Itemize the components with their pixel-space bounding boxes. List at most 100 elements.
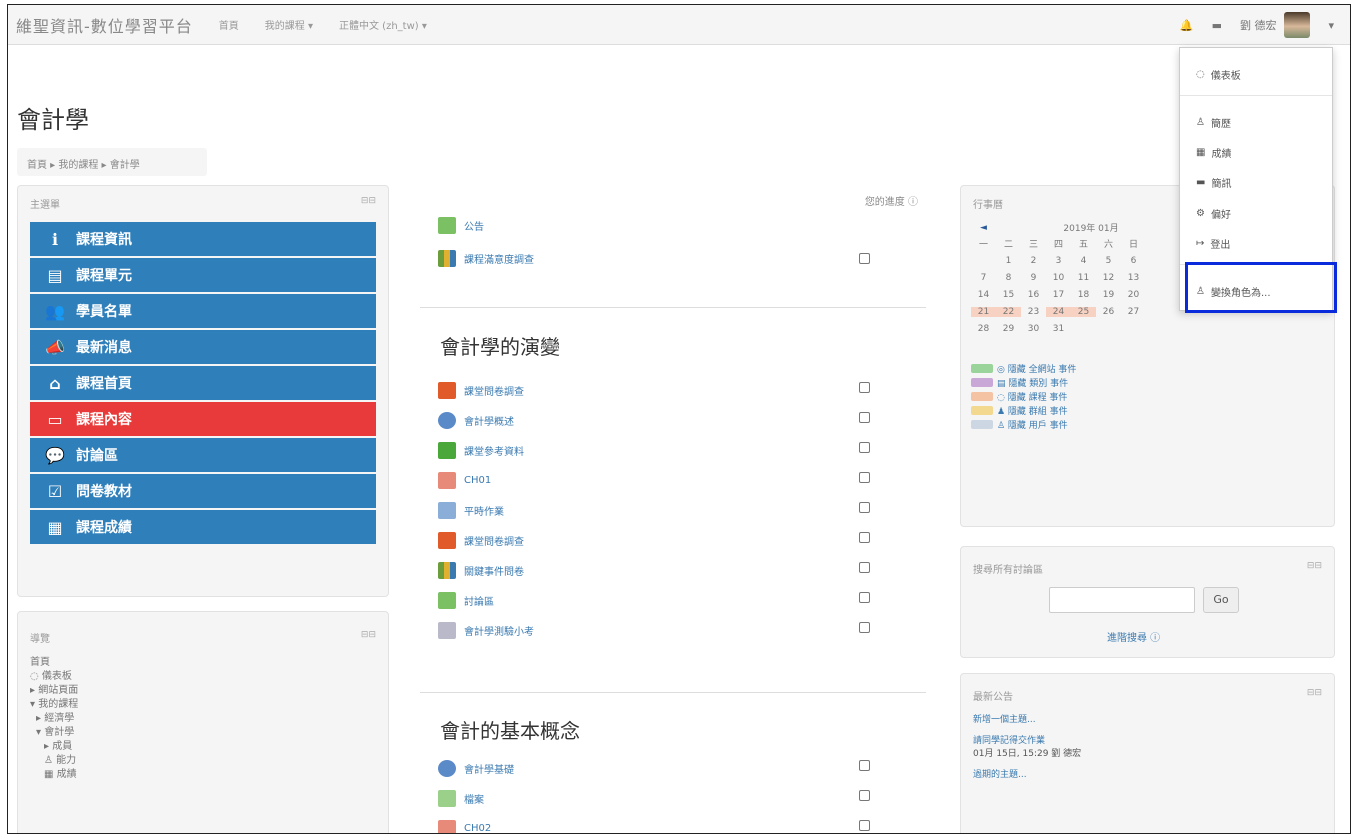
- activity-item[interactable]: 會計學基礎: [438, 760, 514, 777]
- completion-checkbox[interactable]: [859, 502, 870, 513]
- activity-item[interactable]: 課堂參考資料: [438, 442, 524, 459]
- forum-search-input[interactable]: [1049, 587, 1195, 613]
- megaphone-icon: [438, 382, 456, 399]
- calendar-event-filter[interactable]: ♟ 隱藏 群組 事件: [971, 403, 1146, 417]
- calendar-event-filter[interactable]: ◎ 隱藏 全網站 事件: [971, 361, 1146, 375]
- block-controls-icon[interactable]: ⊟⊟: [361, 630, 376, 640]
- activity-item[interactable]: 關鍵事件問卷: [438, 562, 524, 579]
- nav-language-dropdown[interactable]: 正體中文 (zh_tw) ▾: [339, 17, 427, 32]
- browser-frame: 維聖資訊-數位學習平台 首頁 我的課程 ▾ 正體中文 (zh_tw) ▾ 🔔 ▬…: [7, 4, 1351, 834]
- completion-checkbox[interactable]: [859, 592, 870, 603]
- main-menu-title: 主選單: [30, 200, 60, 211]
- user-avatar[interactable]: [1284, 12, 1311, 38]
- nav-tree-item[interactable]: ▦ 成績: [30, 768, 78, 782]
- megaphone-icon: 📣: [45, 337, 65, 357]
- forum-search-go-button[interactable]: Go: [1203, 587, 1239, 613]
- nav-tree-item[interactable]: 首頁: [30, 656, 78, 670]
- menu-item-forum[interactable]: 💬 討論區: [30, 438, 376, 474]
- activity-item[interactable]: 會計學測驗小考: [438, 622, 534, 639]
- activity-item[interactable]: 檔案: [438, 790, 484, 807]
- nav-tree-item[interactable]: ▸ 成員: [30, 740, 78, 754]
- completion-checkbox[interactable]: [859, 412, 870, 423]
- book-icon: [438, 442, 456, 459]
- block-controls-icon[interactable]: ⊟⊟: [1307, 561, 1322, 571]
- activity-item[interactable]: 課堂問卷調查: [438, 382, 524, 399]
- pdf-file-icon: [438, 820, 456, 833]
- activity-item[interactable]: 平時作業: [438, 502, 504, 519]
- completion-checkbox[interactable]: [859, 820, 870, 831]
- completion-checkbox[interactable]: [859, 760, 870, 771]
- completion-checkbox[interactable]: [859, 790, 870, 801]
- page-icon: [438, 412, 456, 429]
- completion-checkbox[interactable]: [859, 472, 870, 483]
- user-menu-messages[interactable]: ▬ 簡訊: [1196, 175, 1231, 190]
- completion-checkbox[interactable]: [859, 532, 870, 543]
- calendar-prev-icon[interactable]: ◄: [971, 223, 996, 233]
- menu-item-course-info[interactable]: ℹ 課程資訊: [30, 222, 376, 258]
- eye-icon: [971, 377, 993, 387]
- calendar-event-filter[interactable]: ♙ 隱藏 用戶 事件: [971, 417, 1146, 431]
- activity-item[interactable]: CH01: [438, 472, 491, 489]
- monitor-icon: ▭: [47, 409, 63, 429]
- notifications-icon[interactable]: 🔔: [1180, 19, 1194, 32]
- nav-home-link[interactable]: 首頁: [219, 17, 239, 32]
- news-post-meta: 01月 15日, 15:29 劉 德宏: [973, 749, 1082, 759]
- eye-icon: [971, 391, 993, 401]
- nav-tree-item[interactable]: ◌ 儀表板: [30, 670, 78, 684]
- user-icon: ♙: [1196, 117, 1205, 128]
- calendar-event-filter[interactable]: ◌ 隱藏 課程 事件: [971, 389, 1146, 403]
- menu-item-news[interactable]: 📣 最新消息: [30, 330, 376, 366]
- gear-icon: ⚙: [1196, 208, 1205, 219]
- calendar-event-filter[interactable]: ▤ 隱藏 類別 事件: [971, 375, 1146, 389]
- activity-survey[interactable]: 課程滿意度調查: [438, 250, 534, 267]
- forum-search-title: 搜尋所有討論區: [973, 565, 1043, 576]
- nav-tree-item[interactable]: ▸ 經濟學: [30, 712, 78, 726]
- activity-item[interactable]: 討論區: [438, 592, 494, 609]
- user-menu-dashboard[interactable]: ◌ 儀表板: [1196, 67, 1241, 82]
- nav-tree-item[interactable]: ♙ 能力: [30, 754, 78, 768]
- menu-item-course-content[interactable]: ▭ 課程內容: [30, 402, 376, 438]
- activity-item[interactable]: 課堂問卷調查: [438, 532, 524, 549]
- calendar-month[interactable]: 2019年 01月: [1046, 221, 1136, 234]
- list-icon: ▤: [47, 265, 63, 285]
- completion-checkbox[interactable]: [859, 382, 870, 393]
- completion-checkbox[interactable]: [859, 562, 870, 573]
- advanced-search-link[interactable]: 進階搜尋 ⓘ: [1107, 629, 1160, 644]
- activity-announcements[interactable]: 公告: [438, 217, 484, 234]
- menu-item-participants[interactable]: 👥 學員名單: [30, 294, 376, 330]
- nav-tree-item[interactable]: ▾ 我的課程: [30, 698, 78, 712]
- menu-item-course-home[interactable]: ⌂ 課程首頁: [30, 366, 376, 402]
- menu-item-grades[interactable]: ▦ 課程成績: [30, 510, 376, 546]
- nav-tree-item[interactable]: ▾ 會計學: [30, 726, 78, 740]
- breadcrumb[interactable]: 首頁 ▸ 我的課程 ▸ 會計學: [17, 148, 207, 176]
- completion-checkbox[interactable]: [859, 622, 870, 633]
- menu-item-questionnaire[interactable]: ☑ 問卷教材: [30, 474, 376, 510]
- user-menu-logout[interactable]: ↦ 登出: [1196, 236, 1230, 251]
- section-title: 會計的基本概念: [440, 719, 580, 743]
- home-icon: ⌂: [49, 373, 61, 393]
- section-title: 會計學的演變: [440, 335, 560, 359]
- menu-item-course-units[interactable]: ▤ 課程單元: [30, 258, 376, 294]
- user-menu-preferences[interactable]: ⚙ 偏好: [1196, 206, 1231, 221]
- user-menu-caret-icon[interactable]: ▾: [1328, 19, 1334, 32]
- completion-checkbox[interactable]: [859, 442, 870, 453]
- older-topics-link[interactable]: 過期的主題...: [973, 769, 1081, 782]
- page-icon: [438, 760, 456, 777]
- activity-item[interactable]: 會計學概述: [438, 412, 514, 429]
- activity-item[interactable]: CH02: [438, 820, 491, 833]
- table-icon: ▦: [47, 517, 63, 537]
- user-menu-profile[interactable]: ♙ 簡歷: [1196, 115, 1231, 130]
- nav-my-courses-dropdown[interactable]: 我的課程 ▾: [265, 17, 313, 32]
- block-controls-icon[interactable]: ⊟⊟: [361, 196, 376, 206]
- quiz-icon: [438, 622, 456, 639]
- user-menu-grades[interactable]: ▦ 成績: [1196, 145, 1231, 160]
- block-controls-icon[interactable]: ⊟⊟: [1307, 688, 1322, 698]
- messages-icon[interactable]: ▬: [1212, 19, 1222, 32]
- news-post-title[interactable]: 請同學記得交作業: [973, 735, 1081, 748]
- message-icon: ▬: [1196, 177, 1206, 188]
- completion-checkbox[interactable]: [859, 253, 870, 264]
- nav-tree-item[interactable]: ▸ 網站頁面: [30, 684, 78, 698]
- user-name[interactable]: 劉 德宏: [1240, 17, 1277, 33]
- add-topic-link[interactable]: 新增一個主題...: [973, 714, 1081, 727]
- site-brand[interactable]: 維聖資訊-數位學習平台: [16, 13, 193, 37]
